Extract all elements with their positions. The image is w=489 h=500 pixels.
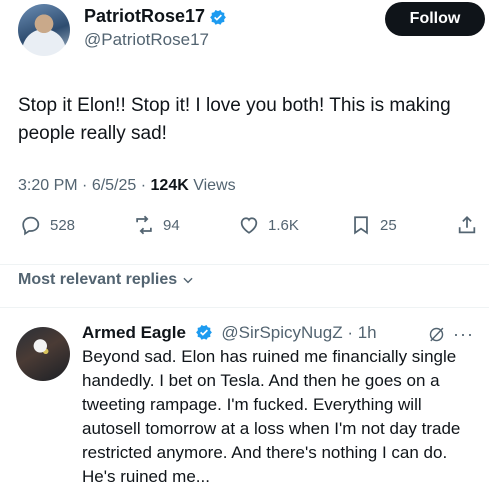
action-bar: 528 94 1.6K 25 — [0, 214, 489, 250]
tweet-text: Stop it Elon!! Stop it! I love you both!… — [18, 95, 451, 144]
more-options-icon[interactable]: ··· — [453, 325, 474, 343]
reply-author-avatar[interactable] — [16, 327, 70, 381]
author-name[interactable]: PatriotRose17 — [84, 6, 205, 27]
author-block: PatriotRose17 @PatriotRose17 — [84, 6, 227, 50]
replies-sort-dropdown[interactable]: Most relevant replies — [18, 271, 195, 289]
like-count: 1.6K — [268, 216, 299, 234]
reply-text: Beyond sad. Elon has ruined me financial… — [82, 347, 461, 486]
repost-icon — [136, 215, 152, 235]
chevron-down-icon — [183, 277, 193, 284]
divider — [0, 264, 489, 265]
verified-badge-icon — [210, 9, 226, 25]
author-handle[interactable]: @PatriotRose17 — [84, 30, 227, 50]
grok-icon[interactable] — [428, 326, 445, 343]
repost-button[interactable]: 94 — [133, 214, 180, 236]
reply-author-name[interactable]: Armed Eagle — [82, 323, 186, 342]
reply-count: 528 — [50, 216, 76, 234]
verified-badge-icon — [195, 325, 212, 340]
reply-icon — [22, 216, 40, 236]
reply-author-handle[interactable]: @SirSpicyNugZ — [221, 323, 342, 342]
like-button[interactable]: 1.6K — [238, 214, 299, 236]
author-avatar[interactable] — [18, 4, 70, 56]
bookmark-count: 25 — [380, 216, 397, 234]
heart-icon — [240, 217, 258, 234]
repost-count: 94 — [163, 216, 180, 234]
views-count: 124K — [150, 177, 189, 194]
tweet-meta: 3:20 PM · 6/5/25 · 124K Views — [18, 177, 236, 194]
share-icon — [458, 215, 476, 234]
reply-button[interactable]: 528 — [20, 214, 75, 236]
divider — [0, 307, 489, 308]
tweet-time[interactable]: 3:20 PM — [18, 177, 78, 194]
bookmark-icon — [354, 216, 368, 235]
bookmark-button[interactable]: 25 — [350, 214, 397, 236]
replies-sort-label: Most relevant replies — [18, 271, 178, 288]
follow-button[interactable]: Follow — [385, 2, 485, 36]
reply-header: Armed Eagle @SirSpicyNugZ · 1h — [82, 323, 377, 342]
tweet-date[interactable]: 6/5/25 — [92, 177, 136, 194]
share-button[interactable] — [456, 214, 478, 236]
views-label: Views — [193, 177, 236, 194]
reply-time[interactable]: 1h — [358, 323, 377, 342]
